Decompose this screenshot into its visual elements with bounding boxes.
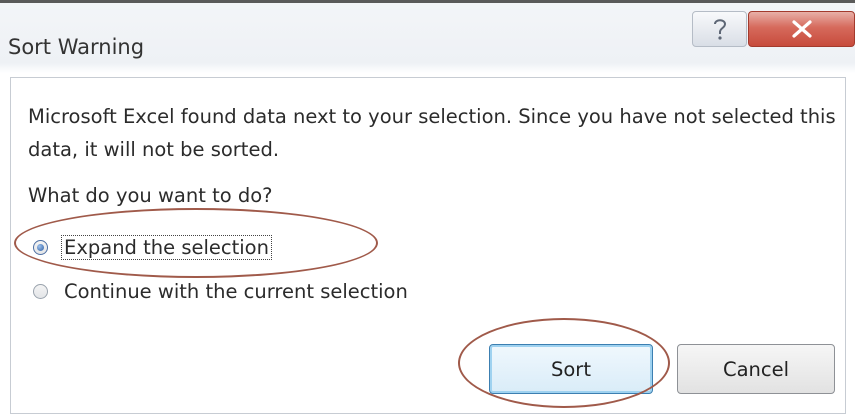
title-bar: Sort Warning <box>0 3 855 83</box>
radio-selected-dot <box>37 243 44 251</box>
dialog-content: Microsoft Excel found data next to your … <box>10 77 846 414</box>
warning-message: Microsoft Excel found data next to your … <box>28 105 836 161</box>
radio-continue-current[interactable] <box>33 283 48 299</box>
sort-button[interactable]: Sort <box>489 344 653 394</box>
close-icon <box>791 20 812 38</box>
option-label-continue: Continue with the current selection <box>64 279 408 303</box>
option-label-expand: Expand the selection <box>61 234 272 260</box>
close-button[interactable] <box>748 11 855 47</box>
option-expand-selection[interactable]: Expand the selection <box>33 232 272 262</box>
question-text: What do you want to do? <box>28 184 273 207</box>
radio-expand-selection[interactable] <box>33 239 48 255</box>
help-icon <box>713 19 726 40</box>
option-continue-current-selection[interactable]: Continue with the current selection <box>33 276 410 306</box>
cancel-button[interactable]: Cancel <box>677 344 835 394</box>
sort-warning-dialog: Sort Warning Microsoft Excel found data … <box>0 0 855 419</box>
help-button[interactable] <box>692 11 747 47</box>
dialog-title: Sort Warning <box>8 35 145 59</box>
